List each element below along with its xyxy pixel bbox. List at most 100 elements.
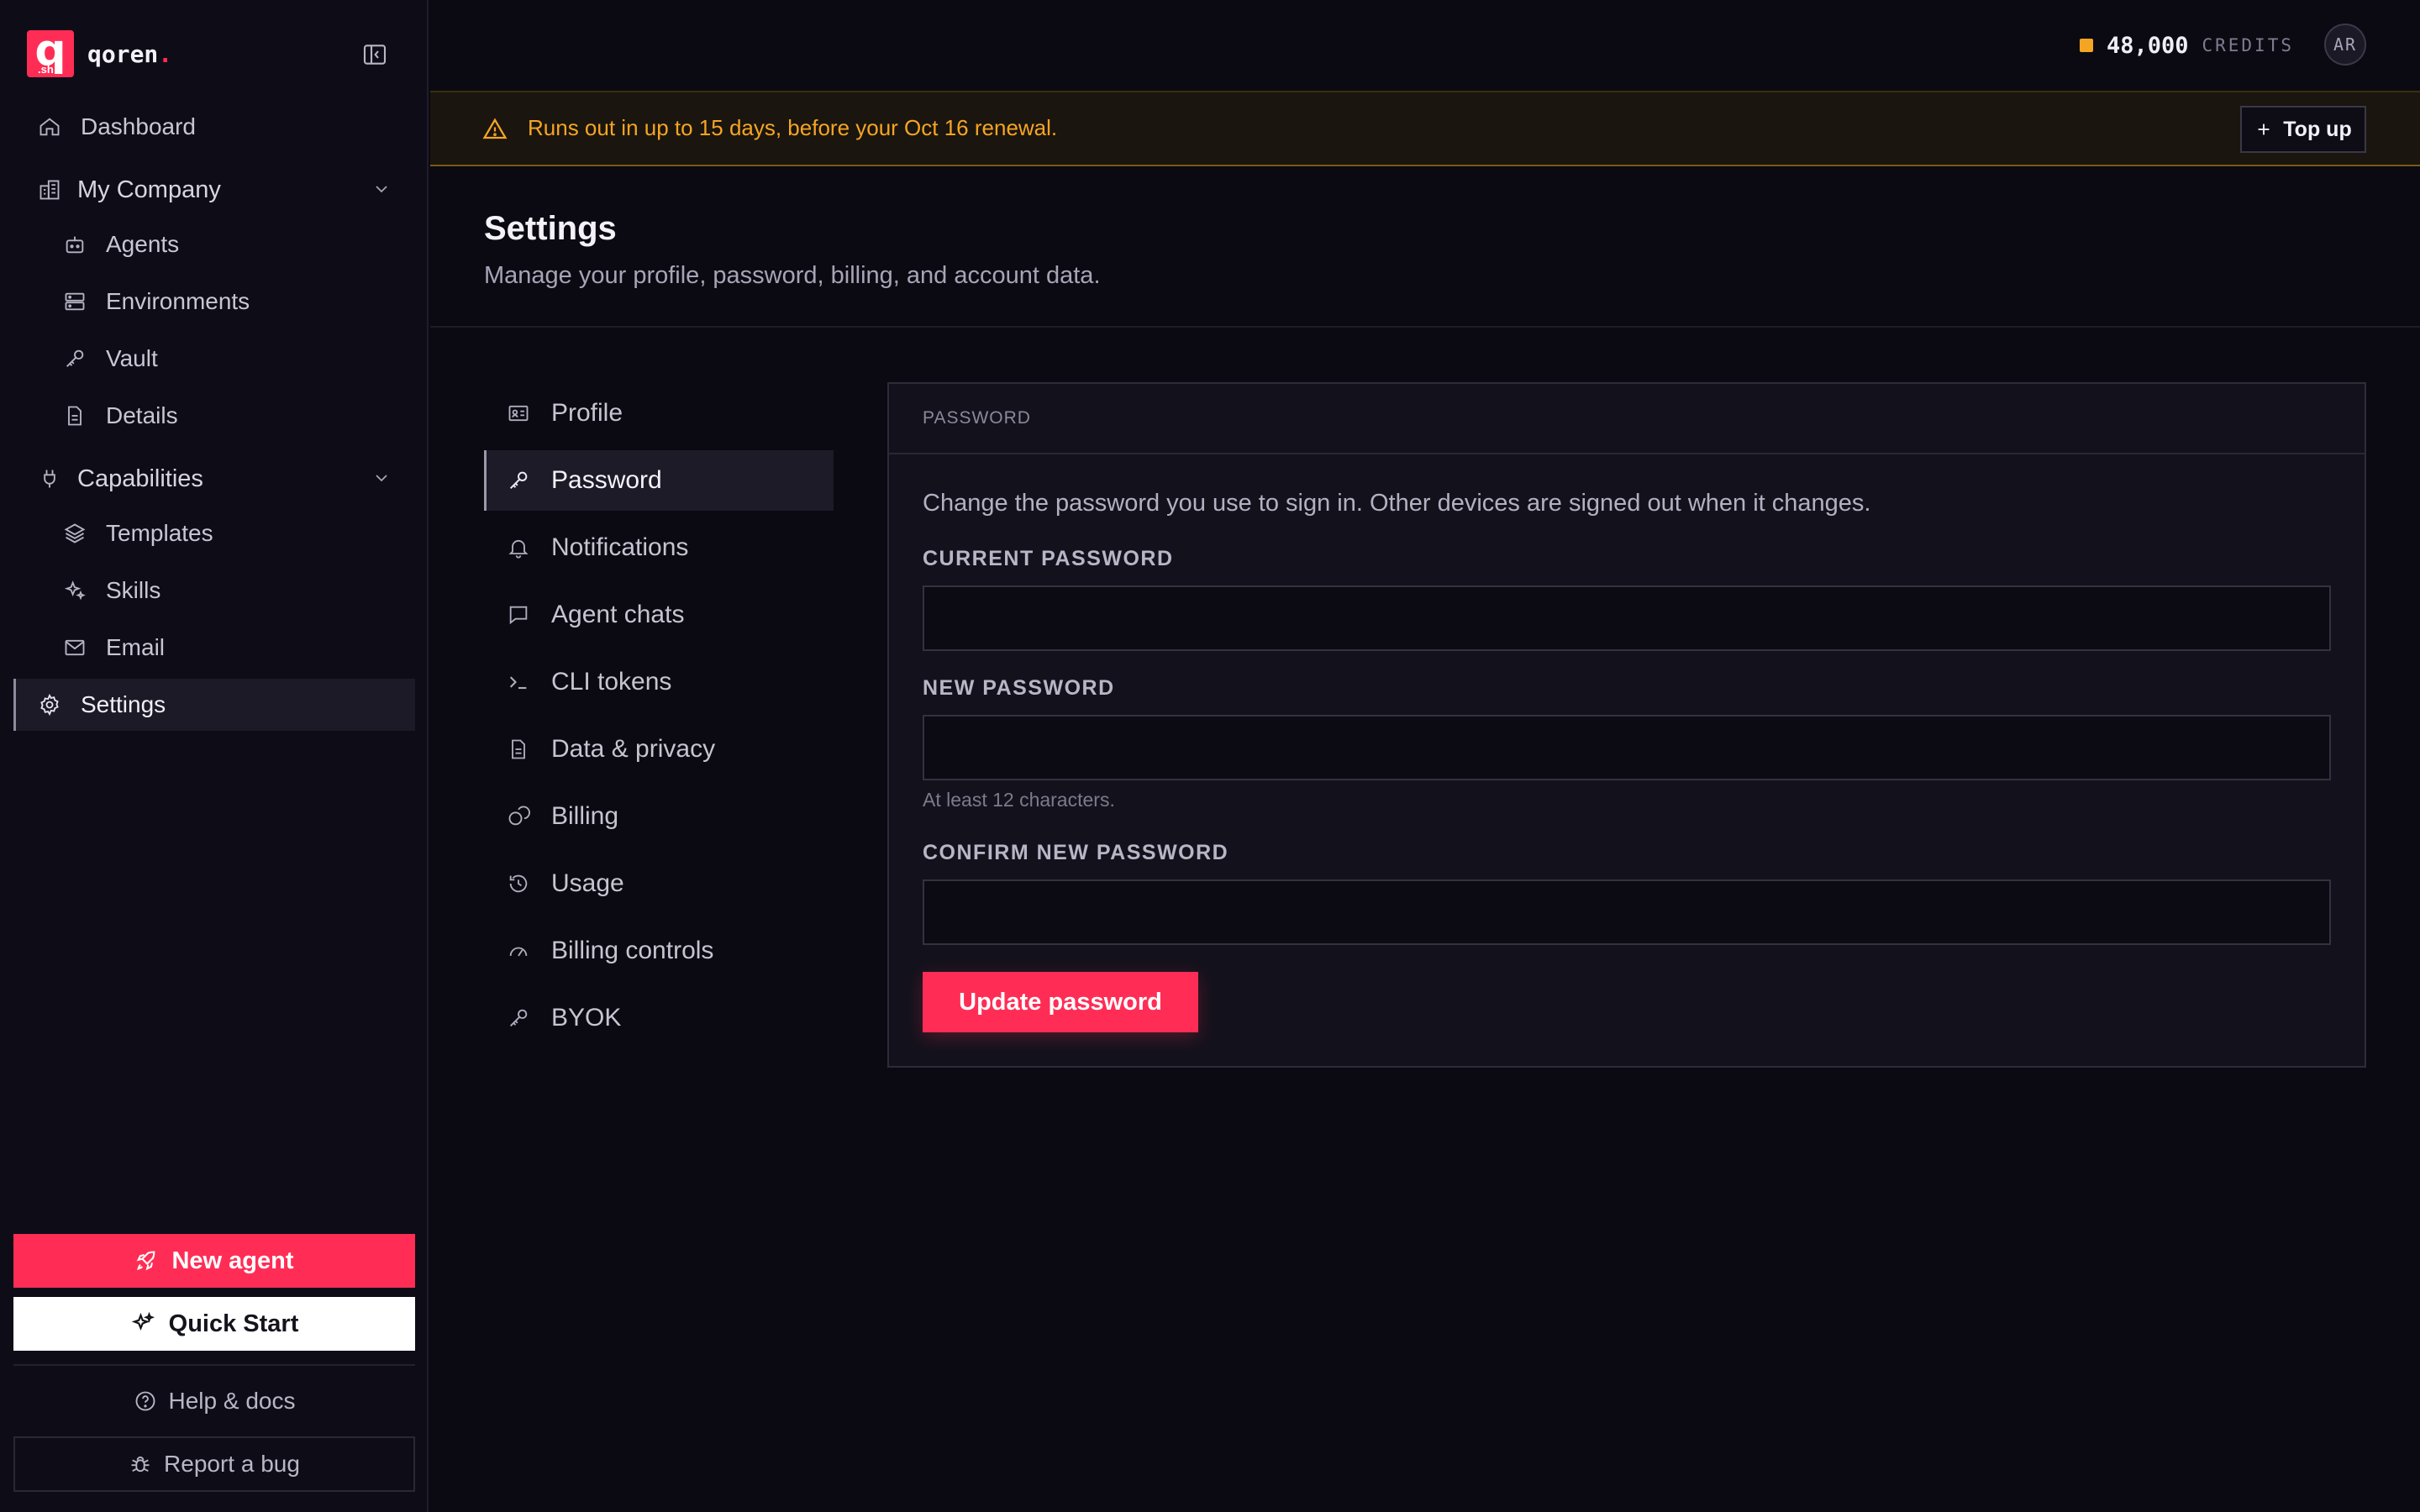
server-icon: [62, 289, 87, 314]
avatar[interactable]: AR: [2324, 24, 2366, 66]
settings-tab-billing-label: Billing: [551, 802, 619, 830]
top-up-label: Top up: [2283, 117, 2352, 141]
settings-tab-usage-label: Usage: [551, 869, 624, 897]
nav-templates-label: Templates: [106, 520, 213, 546]
banner-text: Runs out in up to 15 days, before your O…: [528, 115, 1058, 140]
settings-tab-billing-controls[interactable]: Billing controls: [484, 921, 834, 981]
new-password-label: NEW PASSWORD: [923, 676, 1115, 700]
nav-agents[interactable]: Agents: [13, 218, 415, 270]
quick-start-button[interactable]: Quick Start: [13, 1297, 415, 1351]
confirm-password-input[interactable]: [923, 879, 2331, 945]
new-agent-button[interactable]: New agent: [13, 1234, 415, 1288]
settings-tab-data-privacy-label: Data & privacy: [551, 735, 716, 763]
help-docs-link[interactable]: Help & docs: [13, 1378, 415, 1425]
nav-environments[interactable]: Environments: [13, 276, 415, 328]
help-docs-label: Help & docs: [168, 1388, 296, 1414]
gear-icon: [37, 692, 62, 717]
logo: q .sh: [27, 30, 74, 77]
nav-group-capabilities[interactable]: Capabilities: [13, 453, 415, 505]
key-icon: [506, 1005, 531, 1031]
rocket-icon: [134, 1249, 158, 1273]
chevron-down-icon: [371, 179, 392, 199]
nav-settings[interactable]: Settings: [13, 679, 415, 731]
document-icon: [506, 737, 531, 762]
settings-tab-data-privacy[interactable]: Data & privacy: [484, 719, 834, 780]
report-bug-button[interactable]: Report a bug: [13, 1436, 415, 1492]
sidebar-divider: [13, 1364, 415, 1366]
settings-tab-cli-tokens[interactable]: CLI tokens: [484, 652, 834, 712]
plug-icon: [37, 466, 62, 491]
confirm-password-label: CONFIRM NEW PASSWORD: [923, 841, 1229, 864]
nav-vault-label: Vault: [106, 345, 158, 371]
bell-icon: [506, 535, 531, 560]
coins-icon: [506, 804, 531, 829]
sidebar: q .sh qoren. Dashboard My Company Agents…: [0, 0, 429, 1512]
settings-tab-byok[interactable]: BYOK: [484, 988, 834, 1048]
nav-group-my-company-label: My Company: [77, 176, 221, 203]
nav-vault[interactable]: Vault: [13, 333, 415, 385]
building-icon: [37, 177, 62, 202]
credits-label: CREDITS: [2202, 35, 2294, 55]
key-icon: [62, 346, 87, 371]
current-password-label: CURRENT PASSWORD: [923, 547, 1174, 570]
nav-agents-label: Agents: [106, 231, 180, 257]
settings-tab-profile[interactable]: Profile: [484, 383, 834, 444]
credit-dot: [2079, 39, 2093, 52]
nav-group-my-company[interactable]: My Company: [13, 164, 415, 216]
nav-environments-label: Environments: [106, 288, 250, 314]
nav-group-capabilities-label: Capabilities: [77, 465, 203, 492]
nav-email-label: Email: [106, 634, 166, 660]
mail-icon: [62, 635, 87, 660]
new-agent-label: New agent: [171, 1247, 294, 1274]
settings-tab-agent-chats-label: Agent chats: [551, 601, 685, 628]
nav-details[interactable]: Details: [13, 390, 415, 442]
panel-header: PASSWORD: [889, 384, 2365, 454]
settings-tab-notifications[interactable]: Notifications: [484, 517, 834, 578]
help-circle-icon: [134, 1389, 157, 1413]
warning-icon: [482, 117, 508, 142]
nav-dashboard-label: Dashboard: [81, 113, 196, 139]
page-title: Settings: [484, 210, 617, 247]
settings-tab-password[interactable]: Password: [484, 450, 834, 511]
settings-tab-profile-label: Profile: [551, 399, 623, 427]
new-password-input[interactable]: [923, 715, 2331, 780]
nav-dashboard[interactable]: Dashboard: [13, 101, 415, 153]
report-bug-label: Report a bug: [164, 1451, 300, 1477]
id-card-icon: [506, 401, 531, 426]
home-icon: [37, 114, 62, 139]
current-password-input[interactable]: [923, 585, 2331, 651]
settings-tab-byok-label: BYOK: [551, 1004, 622, 1032]
layers-icon: [62, 521, 87, 546]
brand[interactable]: q .sh qoren.: [27, 30, 172, 77]
collapse-sidebar-icon[interactable]: [358, 40, 392, 69]
nav-skills-label: Skills: [106, 577, 161, 603]
top-bar: 48,000 CREDITS AR: [430, 0, 2420, 91]
settings-tab-agent-chats[interactable]: Agent chats: [484, 585, 834, 645]
settings-tab-billing[interactable]: Billing: [484, 786, 834, 847]
nav-templates[interactable]: Templates: [13, 507, 415, 559]
sparkles-icon: [62, 578, 87, 603]
header-divider: [430, 326, 2420, 328]
password-panel: PASSWORD Change the password you use to …: [887, 382, 2366, 1068]
settings-tab-cli-tokens-label: CLI tokens: [551, 668, 672, 696]
nav-skills[interactable]: Skills: [13, 564, 415, 617]
settings-tab-billing-controls-label: Billing controls: [551, 937, 714, 964]
new-password-hint: At least 12 characters.: [923, 789, 1115, 811]
bug-icon: [129, 1452, 152, 1476]
history-icon: [506, 871, 531, 896]
credit-warning-banner: Runs out in up to 15 days, before your O…: [430, 91, 2420, 166]
document-icon: [62, 403, 87, 428]
top-up-button[interactable]: Top up: [2240, 106, 2366, 153]
nav-email[interactable]: Email: [13, 622, 415, 674]
page-subtitle: Manage your profile, password, billing, …: [484, 262, 1101, 289]
plus-icon: [2254, 120, 2273, 139]
credits-value: 48,000: [2106, 32, 2189, 59]
robot-icon: [62, 232, 87, 257]
credits-indicator[interactable]: 48,000 CREDITS: [2079, 29, 2294, 62]
settings-tab-usage[interactable]: Usage: [484, 853, 834, 914]
chat-icon: [506, 602, 531, 627]
brand-name: qoren.: [87, 39, 173, 68]
nav-settings-label: Settings: [81, 691, 166, 717]
sparkles-icon: [130, 1311, 155, 1336]
update-password-button[interactable]: Update password: [923, 972, 1198, 1032]
